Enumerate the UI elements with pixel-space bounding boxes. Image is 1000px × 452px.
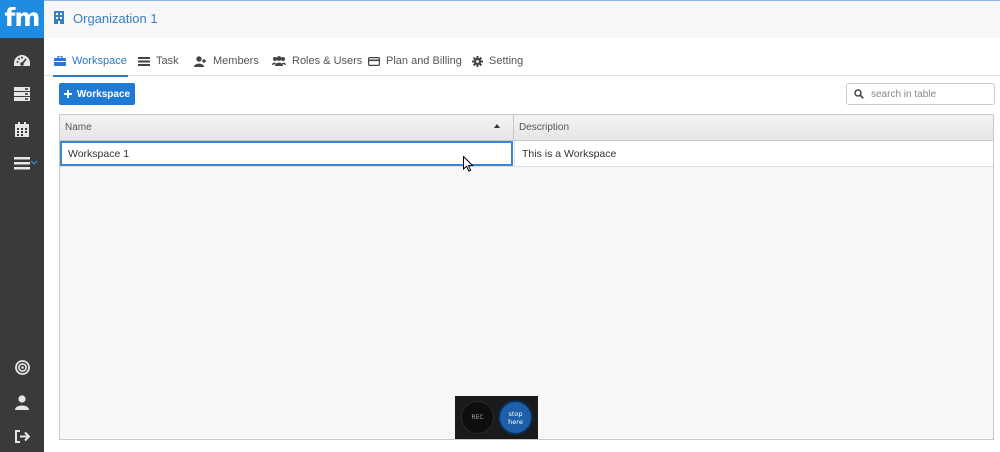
- sidebar: fm: [0, 0, 44, 452]
- menu-icon[interactable]: [0, 148, 44, 178]
- tab-members[interactable]: Members: [194, 46, 259, 76]
- search-box[interactable]: [846, 83, 995, 105]
- server-icon[interactable]: [0, 79, 44, 109]
- tab-label: Roles & Users: [292, 55, 363, 67]
- target-icon[interactable]: [0, 352, 44, 382]
- tab-label: Task: [156, 55, 179, 67]
- plus-icon: [63, 90, 72, 98]
- organization-title[interactable]: Organization 1: [73, 11, 158, 26]
- tab-workspace[interactable]: Workspace: [53, 46, 128, 77]
- column-header-name[interactable]: Name: [60, 115, 514, 141]
- record-button[interactable]: REC: [461, 401, 494, 434]
- stop-recording-button[interactable]: stop here: [498, 400, 533, 435]
- tab-label: Setting: [489, 55, 524, 67]
- add-workspace-label: Workspace: [76, 88, 131, 100]
- cell-description[interactable]: This is a Workspace: [514, 141, 993, 167]
- calendar-icon[interactable]: [0, 114, 44, 144]
- sort-ascending-icon[interactable]: [494, 124, 500, 128]
- gear-icon: [472, 55, 483, 67]
- user-icon[interactable]: [0, 387, 44, 417]
- credit-card-icon: [368, 56, 380, 66]
- workspace-table: Name Description Workspace 1 This is a W…: [59, 114, 994, 440]
- top-bar: Organization 1: [44, 0, 1000, 38]
- mouse-cursor-icon: [463, 156, 474, 172]
- search-icon: [854, 89, 864, 99]
- tab-label: Workspace: [72, 55, 127, 67]
- briefcase-icon: [54, 56, 66, 66]
- logout-icon[interactable]: [0, 421, 44, 451]
- add-workspace-button[interactable]: Workspace: [59, 83, 135, 105]
- table-row[interactable]: Workspace 1 This is a Workspace: [60, 141, 993, 172]
- tab-setting[interactable]: Setting: [472, 46, 523, 76]
- add-user-icon: [194, 55, 206, 67]
- search-input[interactable]: [871, 88, 986, 100]
- users-icon: [272, 56, 286, 66]
- chevron-down-icon: [30, 160, 38, 165]
- dashboard-icon[interactable]: [0, 46, 44, 76]
- tab-bar: Workspace Task Members Roles & Users Pla…: [44, 46, 1000, 77]
- tab-roles-users[interactable]: Roles & Users: [272, 46, 362, 76]
- tab-task[interactable]: Task: [138, 46, 179, 76]
- column-header-description[interactable]: Description: [514, 115, 993, 141]
- screen-recorder: REC stop here: [455, 396, 538, 439]
- app-logo[interactable]: fm: [0, 0, 44, 38]
- table-header: Name Description: [60, 115, 993, 141]
- cell-name[interactable]: Workspace 1: [60, 141, 513, 166]
- list-icon: [138, 56, 150, 66]
- tab-plan-billing[interactable]: Plan and Billing: [368, 46, 462, 76]
- tab-label: Plan and Billing: [386, 55, 462, 67]
- building-icon: [54, 11, 64, 24]
- tab-label: Members: [213, 55, 259, 67]
